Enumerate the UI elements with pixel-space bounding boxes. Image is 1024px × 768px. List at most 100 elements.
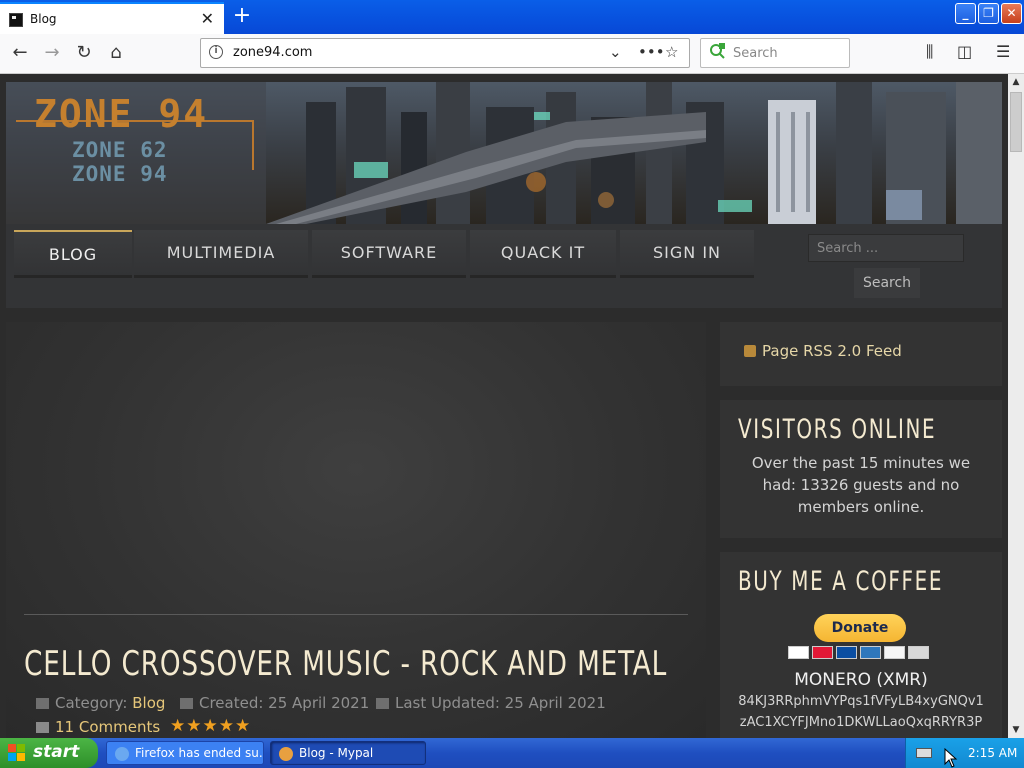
site-search-placeholder: Search ... — [817, 241, 879, 256]
page-actions-icon[interactable]: ••• — [638, 43, 665, 61]
search-engine-icon — [710, 43, 725, 59]
system-tray: 2:15 AM — [905, 738, 1024, 768]
minimize-window-button[interactable]: _ — [955, 3, 976, 24]
browser-search-placeholder: Search — [733, 46, 778, 61]
bookmark-star-icon[interactable]: ☆ — [665, 43, 678, 61]
start-button[interactable]: start — [0, 738, 98, 768]
category-link[interactable]: Blog — [132, 694, 165, 712]
rss-card: Page RSS 2.0 Feed — [720, 322, 1002, 386]
calendar-icon — [180, 698, 193, 709]
visitors-text: Over the past 15 minutes we had: 13326 g… — [751, 454, 971, 516]
article-divider — [24, 614, 688, 615]
folder-icon — [36, 698, 49, 709]
scroll-down-arrow-icon[interactable]: ▼ — [1008, 722, 1024, 738]
start-label[interactable]: start — [33, 742, 79, 762]
site-search-input[interactable]: Search ... — [808, 234, 964, 262]
taskbar: start Firefox has ended su... Blog - Myp… — [0, 738, 1024, 768]
article-category: Category: Blog — [36, 694, 165, 712]
star-icon[interactable]: ★ — [219, 716, 235, 736]
rss-icon — [744, 345, 756, 357]
article-updated-date: Last Updated: 25 April 2021 — [376, 694, 606, 712]
article-card: CELLO CROSSOVER MUSIC - ROCK AND METAL C… — [6, 322, 706, 738]
site-favicon-icon — [9, 13, 23, 27]
browser-search-box[interactable]: Search — [700, 38, 850, 68]
chevron-down-icon[interactable]: ⌄ — [609, 43, 622, 61]
menu-item-multimedia[interactable]: MULTIMEDIA — [134, 230, 308, 278]
scrollbar-thumb[interactable] — [1010, 92, 1022, 152]
coffee-heading: BUY ME A COFFEE — [738, 566, 944, 597]
article-created-date: Created: 25 April 2021 — [180, 694, 369, 712]
card-icon — [908, 646, 929, 659]
maestro-card-icon — [836, 646, 857, 659]
home-icon[interactable]: ⌂ — [104, 41, 128, 65]
page-viewport: ZONE 94 ZONE 62 ZONE 94 BLOG MULTIMEDIA … — [0, 74, 1008, 738]
paypal-donate-button[interactable]: Donate — [814, 614, 906, 642]
star-icon[interactable]: ★ — [235, 716, 251, 736]
forward-arrow-icon[interactable]: → — [40, 41, 64, 65]
taskbar-item-firefox[interactable]: Firefox has ended su... — [106, 741, 264, 765]
coffee-card: BUY ME A COFFEE Donate MONERO (XMR) 84KJ… — [720, 552, 1002, 738]
browser-icon — [115, 747, 129, 761]
discover-card-icon — [884, 646, 905, 659]
comment-icon — [36, 722, 49, 733]
back-arrow-icon[interactable]: ← — [8, 41, 32, 65]
main-menu: BLOG MULTIMEDIA SOFTWARE QUACK IT SIGN I… — [6, 224, 1002, 308]
windows-logo-icon — [8, 744, 25, 761]
category-label: Category: — [55, 694, 128, 712]
star-icon[interactable]: ★ — [186, 716, 202, 736]
menu-item-quack-it[interactable]: QUACK IT — [470, 230, 616, 278]
site-logo[interactable]: ZONE 94 — [34, 92, 208, 136]
monero-address-line-1: 84KJ3RRphmVYPqs1fVFyLB4xyGNQv1 — [738, 694, 984, 709]
star-icon[interactable]: ★ — [203, 716, 219, 736]
tab-title: Blog — [30, 12, 57, 26]
rss-label[interactable]: Page RSS 2.0 Feed — [762, 342, 902, 360]
taskbar-item-label[interactable]: Blog - Mypal — [299, 742, 373, 764]
clock[interactable]: 2:15 AM — [968, 746, 1017, 760]
new-tab-button[interactable]: + — [230, 3, 254, 29]
visitors-heading: VISITORS ONLINE — [738, 414, 937, 445]
monero-title: MONERO (XMR) — [794, 670, 928, 690]
browser-tab-strip: Blog ✕ + _ ❐ ✕ — [0, 0, 1024, 34]
payment-cards — [788, 646, 932, 665]
hamburger-menu-icon[interactable]: ☰ — [996, 42, 1010, 61]
library-icon[interactable]: ⫼ — [926, 42, 933, 62]
taskbar-item-label[interactable]: Firefox has ended su... — [135, 742, 263, 764]
created-text: Created: 25 April 2021 — [199, 694, 370, 712]
menu-item-blog[interactable]: BLOG — [14, 230, 132, 278]
visitors-card: VISITORS ONLINE Over the past 15 minutes… — [720, 400, 1002, 538]
calendar-icon — [376, 698, 389, 709]
site-info-icon[interactable]: i — [209, 45, 223, 59]
site-search-button[interactable]: Search — [854, 268, 920, 298]
mouse-cursor-icon — [944, 748, 958, 768]
star-icon[interactable]: ★ — [170, 716, 186, 736]
taskbar-item-blog[interactable]: Blog - Mypal — [270, 741, 426, 765]
scroll-up-arrow-icon[interactable]: ▲ — [1008, 74, 1024, 90]
monero-address-line-2: zAC1XCYFJMno1DKWLLaoQxqRRYR3P — [739, 715, 983, 730]
sidebar-toggle-icon[interactable]: ◫ — [957, 42, 972, 61]
logo-subtitle-2: ZONE 94 — [72, 162, 168, 186]
mypal-icon — [279, 747, 293, 761]
menu-item-sign-in[interactable]: SIGN IN — [620, 230, 754, 278]
page-scrollbar[interactable]: ▲ ▼ — [1008, 74, 1024, 738]
maximize-window-button[interactable]: ❐ — [978, 3, 999, 24]
reload-icon[interactable]: ↻ — [72, 41, 96, 65]
rss-feed-link[interactable]: Page RSS 2.0 Feed — [744, 342, 902, 360]
close-tab-icon[interactable]: ✕ — [201, 9, 214, 28]
mastercard-icon — [812, 646, 833, 659]
browser-toolbar: ← → ↻ ⌂ i zone94.com ⌄ ••• ☆ Search ⫼ ◫ … — [0, 34, 1024, 74]
close-window-button[interactable]: ✕ — [1001, 3, 1022, 24]
article-title[interactable]: CELLO CROSSOVER MUSIC - ROCK AND METAL — [24, 644, 667, 684]
browser-tab-blog[interactable]: Blog ✕ — [0, 2, 224, 34]
keyboard-icon[interactable] — [916, 748, 932, 758]
visa-card-icon — [788, 646, 809, 659]
logo-subtitle-1: ZONE 62 — [72, 138, 168, 162]
comments-link[interactable]: 11 Comments — [36, 718, 160, 736]
url-text[interactable]: zone94.com — [233, 45, 312, 60]
rating-stars[interactable]: ★★★★★ — [170, 716, 251, 736]
comments-count[interactable]: 11 Comments — [55, 718, 160, 736]
menu-item-software[interactable]: SOFTWARE — [312, 230, 466, 278]
amex-card-icon — [860, 646, 881, 659]
url-bar[interactable]: i zone94.com ⌄ ••• ☆ — [200, 38, 690, 68]
updated-text: Last Updated: 25 April 2021 — [395, 694, 606, 712]
site-header-banner: ZONE 94 ZONE 62 ZONE 94 — [6, 82, 1002, 224]
